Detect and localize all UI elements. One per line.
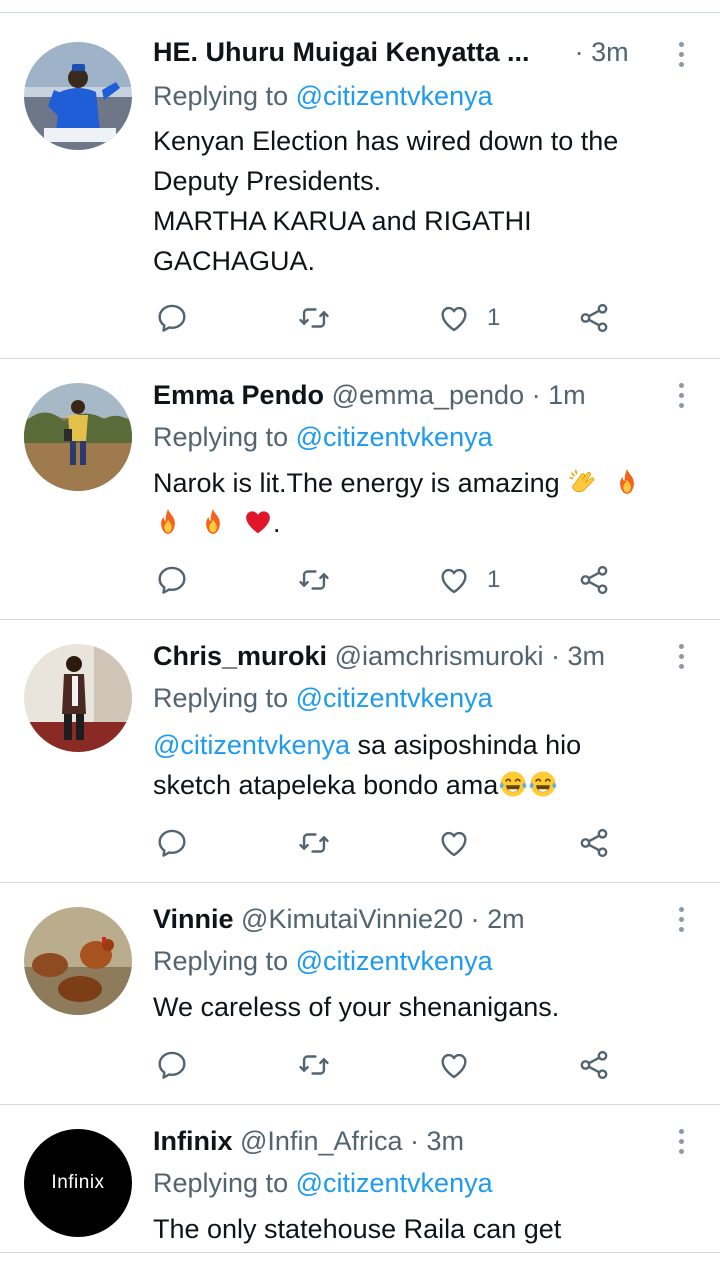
action-bar bbox=[153, 1045, 633, 1085]
red-heart-emoji bbox=[243, 507, 273, 537]
display-name[interactable]: Infinix bbox=[153, 1126, 233, 1156]
display-name[interactable]: Chris_muroki bbox=[153, 641, 327, 671]
like-count: 1 bbox=[487, 304, 501, 331]
replying-to: Replying to @citizentvkenya bbox=[153, 1168, 493, 1198]
share-icon bbox=[577, 563, 611, 597]
reply-mention[interactable]: @citizentvkenya bbox=[296, 422, 493, 452]
user-handle[interactable]: @emma_pendo bbox=[332, 380, 525, 410]
retweet-icon bbox=[297, 563, 331, 597]
retweet-icon bbox=[297, 1048, 331, 1082]
reply-button[interactable] bbox=[155, 1045, 189, 1085]
share-icon bbox=[577, 826, 611, 860]
reply-button[interactable] bbox=[155, 823, 189, 863]
more-icon[interactable] bbox=[676, 907, 686, 937]
heart-icon bbox=[437, 563, 471, 597]
tweet-card[interactable]: Infinix Infinix @Infin_Africa · 3m Reply… bbox=[0, 1105, 720, 1253]
like-button[interactable] bbox=[437, 1045, 487, 1085]
retweet-button[interactable] bbox=[297, 1045, 331, 1085]
joy-emoji bbox=[528, 769, 558, 799]
reply-button[interactable] bbox=[155, 298, 189, 338]
replying-to: Replying to @citizentvkenya bbox=[153, 422, 493, 452]
tweet-text: Kenyan Election has wired down to the De… bbox=[153, 126, 619, 276]
retweet-icon bbox=[297, 301, 331, 335]
infinix-logo: Infinix bbox=[51, 1172, 105, 1193]
reply-icon bbox=[155, 563, 189, 597]
reply-mention[interactable]: @citizentvkenya bbox=[296, 683, 493, 713]
tweet-card[interactable]: Emma Pendo @emma_pendo · 1m Replying to … bbox=[0, 359, 720, 620]
avatar[interactable] bbox=[24, 42, 132, 150]
heart-icon bbox=[437, 1048, 471, 1082]
timestamp[interactable]: · 3m bbox=[410, 1126, 464, 1156]
tweet-text: Narok is lit.The energy is amazing . bbox=[153, 463, 693, 543]
fire-emoji bbox=[612, 467, 642, 497]
replying-to: Replying to @citizentvkenya bbox=[153, 683, 493, 713]
timestamp[interactable]: · 3m bbox=[575, 37, 629, 67]
retweet-button[interactable] bbox=[297, 823, 331, 863]
tweet-header: Infinix @Infin_Africa · 3m bbox=[153, 1121, 664, 1161]
display-name[interactable]: Emma Pendo bbox=[153, 380, 324, 410]
reply-button[interactable] bbox=[155, 560, 189, 600]
action-bar: 1 bbox=[153, 560, 633, 600]
share-button[interactable] bbox=[577, 560, 611, 600]
display-name[interactable]: HE. Uhuru Muigai Kenyatta ... bbox=[153, 37, 530, 67]
tweet-card[interactable]: Vinnie @KimutaiVinnie20 · 2m Replying to… bbox=[0, 883, 720, 1105]
clap-emoji bbox=[567, 467, 597, 497]
like-button[interactable]: 1 bbox=[437, 560, 500, 600]
share-icon bbox=[577, 301, 611, 335]
share-button[interactable] bbox=[577, 823, 611, 863]
reply-mention[interactable]: @citizentvkenya bbox=[296, 81, 493, 111]
fire-emoji bbox=[198, 507, 228, 537]
more-icon[interactable] bbox=[676, 1129, 686, 1159]
user-handle[interactable]: @KimutaiVinnie20 bbox=[241, 904, 463, 934]
heart-icon bbox=[437, 826, 471, 860]
more-icon[interactable] bbox=[676, 42, 686, 72]
reply-icon bbox=[155, 301, 189, 335]
like-button[interactable] bbox=[437, 823, 487, 863]
replying-to: Replying to @citizentvkenya bbox=[153, 946, 493, 976]
tweet-card[interactable]: Chris_muroki @iamchrismuroki · 3m Replyi… bbox=[0, 620, 720, 883]
reply-mention[interactable]: @citizentvkenya bbox=[296, 1168, 493, 1198]
fire-emoji bbox=[153, 507, 183, 537]
timestamp[interactable]: · 3m bbox=[551, 641, 605, 671]
tweet-header: Chris_muroki @iamchrismuroki · 3m bbox=[153, 636, 664, 676]
timestamp[interactable]: · 1m bbox=[532, 380, 586, 410]
retweet-button[interactable] bbox=[297, 560, 331, 600]
retweet-button[interactable] bbox=[297, 298, 331, 338]
like-count: 1 bbox=[487, 566, 501, 593]
reply-icon bbox=[155, 826, 189, 860]
avatar[interactable]: Infinix bbox=[24, 1129, 132, 1237]
avatar[interactable] bbox=[24, 383, 132, 491]
action-bar bbox=[153, 823, 633, 863]
tweet-header: Vinnie @KimutaiVinnie20 · 2m bbox=[153, 899, 664, 939]
tweet-text: We careless of your shenanigans. bbox=[153, 992, 560, 1022]
tweet-header: Emma Pendo @emma_pendo · 1m bbox=[153, 375, 664, 415]
top-divider bbox=[0, 12, 720, 13]
body-mention[interactable]: @citizentvkenya bbox=[153, 730, 350, 760]
user-handle[interactable]: @Infin_Africa bbox=[240, 1126, 402, 1156]
replying-to: Replying to @citizentvkenya bbox=[153, 81, 493, 111]
share-button[interactable] bbox=[577, 298, 611, 338]
tweet-text: @citizentvkenya sa asiposhinda hio sketc… bbox=[153, 730, 582, 800]
more-icon[interactable] bbox=[676, 383, 686, 413]
user-handle[interactable]: @iamchrismuroki bbox=[335, 641, 544, 671]
reply-icon bbox=[155, 1048, 189, 1082]
share-icon bbox=[577, 1048, 611, 1082]
action-bar: 1 bbox=[153, 298, 633, 338]
like-button[interactable]: 1 bbox=[437, 298, 500, 338]
heart-icon bbox=[437, 301, 471, 335]
share-button[interactable] bbox=[577, 1045, 611, 1085]
avatar[interactable] bbox=[24, 907, 132, 1015]
tweet-card[interactable]: HE. Uhuru Muigai Kenyatta ... · 3m Reply… bbox=[0, 14, 720, 359]
joy-emoji bbox=[498, 769, 528, 799]
display-name[interactable]: Vinnie bbox=[153, 904, 234, 934]
timestamp[interactable]: · 2m bbox=[471, 904, 525, 934]
reply-mention[interactable]: @citizentvkenya bbox=[296, 946, 493, 976]
retweet-icon bbox=[297, 826, 331, 860]
more-icon[interactable] bbox=[676, 644, 686, 674]
tweet-text: The only statehouse Raila can get bbox=[153, 1214, 562, 1244]
tweet-header: HE. Uhuru Muigai Kenyatta ... · 3m bbox=[153, 32, 664, 72]
avatar[interactable] bbox=[24, 644, 132, 752]
